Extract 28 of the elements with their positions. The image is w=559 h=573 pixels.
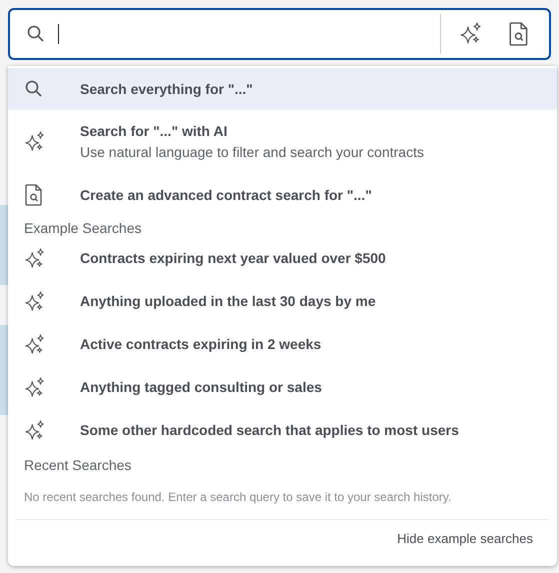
sparkle-icon bbox=[459, 22, 483, 46]
suggestion-title: Create an advanced contract search for "..." bbox=[80, 186, 372, 204]
suggestion-title: Search everything for "..." bbox=[80, 80, 253, 99]
sparkle-icon bbox=[24, 376, 46, 398]
example-search-item[interactable]: Contracts expiring next year valued over $500 bbox=[8, 237, 557, 280]
suggestion-item[interactable]: Search everything for "..." bbox=[8, 68, 557, 110]
sparkle-icon bbox=[24, 420, 46, 442]
suggestion-item[interactable]: Create an advanced contract search for "..." bbox=[8, 174, 557, 216]
empty-message: No recent searches found. Enter a search query to save it to your search history. bbox=[23, 489, 452, 506]
example-search-item[interactable]: Some other hardcoded search that applies to most users bbox=[8, 409, 557, 452]
hide-examples-link[interactable]: Hide example searches bbox=[397, 529, 533, 548]
document-search-icon bbox=[24, 184, 44, 206]
suggestion-item[interactable]: Search for "..." with AI Use natural language to filter and search your contracts bbox=[8, 112, 557, 172]
document-search-icon bbox=[508, 22, 530, 46]
search-field[interactable] bbox=[8, 8, 551, 60]
section-heading: Example Searches bbox=[23, 219, 143, 237]
example-search-item[interactable]: Anything tagged consulting or sales bbox=[8, 366, 557, 409]
sparkle-icon bbox=[24, 131, 46, 153]
suggestion-title: Search for "..." with AI bbox=[80, 122, 228, 141]
search-icon bbox=[24, 79, 44, 99]
section-heading: Recent Searches bbox=[23, 456, 132, 475]
search-icon bbox=[26, 24, 46, 44]
sparkle-icon bbox=[24, 334, 46, 356]
sparkle-icon bbox=[24, 290, 46, 312]
suggestion-description: Use natural language to filter and search your contracts bbox=[80, 143, 424, 162]
example-search-item[interactable]: Anything uploaded in the last 30 days by me bbox=[8, 280, 557, 323]
sparkle-icon bbox=[24, 248, 46, 270]
example-search-item[interactable]: Active contracts expiring in 2 weeks bbox=[8, 323, 557, 366]
